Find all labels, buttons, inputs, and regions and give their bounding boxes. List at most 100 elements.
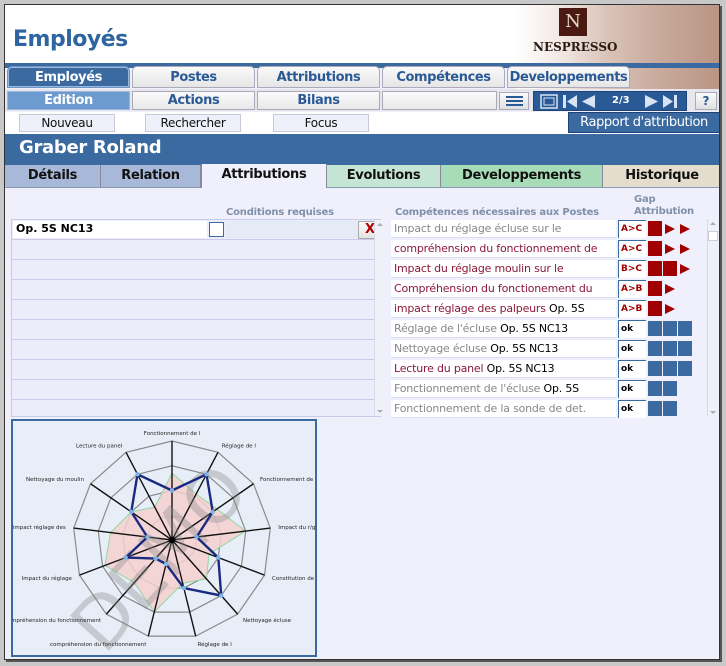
radar-axis-label: impact réglage des [13,524,66,531]
competence-row[interactable]: Réglage de l'écluse Op. 5S NC13 ok [391,319,707,339]
sub-tab-actions[interactable]: Actions [132,91,255,110]
radar-point [204,472,209,477]
radar-axis-label: Réglage de l [198,641,233,648]
focus-button[interactable]: Focus [273,114,369,132]
main-tab-developpements[interactable]: Developpements [507,66,630,88]
gap-indicator [648,361,693,377]
radar-point [145,534,150,540]
detail-tab-evolutions[interactable]: Evolutions [327,165,441,187]
gap-value: B>C [618,260,646,278]
main-tab-employes[interactable]: Employés [7,66,130,88]
level-square [648,281,662,296]
competence-row[interactable]: Fonctionnement de l'écluse Op. 5S ok [391,379,707,399]
competence-label: Nettoyage écluse [394,342,487,355]
competence-label: Réglage de l'écluse [394,322,497,335]
level-square [648,341,662,356]
condition-field[interactable] [226,221,358,238]
main-tab-competences[interactable]: Compétences [382,66,505,88]
record-navigation: 2/3 [533,91,687,111]
list-view-button[interactable] [499,92,529,110]
previous-record-icon[interactable] [580,94,596,109]
gap-arrow-icon [665,304,675,314]
brand-name: NESPRESSO [533,40,618,54]
gap-arrow-icon [680,224,690,234]
competence-row[interactable]: Lecture du panel Op. 5S NC13 ok [391,359,707,379]
competence-name: Impact du réglage écluse sur le [391,220,616,238]
help-button[interactable]: ? [695,92,717,110]
competences-list: Impact du réglage écluse sur le A>C compré… [391,219,718,419]
empty-row [12,260,374,280]
competence-name: Impact du réglage moulin sur le [391,260,616,278]
gap-indicator [648,401,678,417]
competence-row[interactable]: Compréhension du fonctionement du A>B [391,279,707,299]
sub-tab-edition[interactable]: Edition [7,91,130,110]
app-window: Employés N NESPRESSO Employés Postes Att… [4,4,720,660]
last-record-icon[interactable] [662,94,678,109]
radar-point [123,555,128,560]
app-title: Employés [13,27,128,52]
gap-arrow-icon [665,224,675,234]
competence-post: Op. 5S NC13 [496,322,568,335]
attribution-report-button[interactable]: Rapport d'attribution [568,112,719,133]
competence-row[interactable]: impact réglage des palpeurs Op. 5S A>B [391,299,707,319]
sub-tab-bilans[interactable]: Bilans [257,91,380,110]
first-record-icon[interactable] [562,94,578,109]
radar-axis-label: Nettoyage écluse [243,617,292,624]
nespresso-logo-icon: N [559,8,587,36]
detail-tab-developpements[interactable]: Developpements [441,165,603,187]
radar-point [210,509,215,515]
detail-tab-relation[interactable]: Relation [101,165,201,187]
competence-name: Fonctionnement de l'écluse Op. 5S [391,380,616,398]
next-record-icon[interactable] [644,94,660,109]
competence-post: Op. 5S [540,382,580,395]
gap-indicator [648,261,693,277]
radar-axis-label: Fonctionnement de l [144,431,201,437]
level-square [648,401,662,416]
radar-axis-label: Fonctionnement de la [260,477,315,483]
radar-point [216,555,221,560]
competences-scrollbar[interactable] [707,219,718,417]
conditions-scrollbar[interactable] [374,220,385,416]
competence-row[interactable]: Impact du réglage écluse sur le A>C [391,219,707,239]
gap-value: ok [618,320,646,338]
level-square [663,401,677,416]
radar-axis-label: Lecture du panel [76,443,123,449]
radar-axis-label: Impact du r/g [278,525,315,531]
radar-point [153,556,158,561]
condition-checkbox[interactable] [209,222,224,237]
gap-indicator [648,381,678,397]
competence-row[interactable]: compréhension du fonctionnement de A>C [391,239,707,259]
competence-label: Compréhension du fonctionement du [394,282,593,295]
gap-arrow-icon [680,264,690,274]
level-square [648,261,662,276]
new-button[interactable]: Nouveau [19,114,115,132]
competence-post: Op. 5S NC13 [483,362,555,375]
competence-label: Lecture du panel [394,362,484,375]
gap-value: ok [618,400,646,418]
condition-post[interactable]: Op. 5S NC13 [13,221,207,238]
conditions-header: Conditions requises [226,207,334,218]
detail-tab-historique[interactable]: Historique [603,165,719,187]
radar-point [169,488,175,493]
level-square [663,341,677,356]
empty-row [12,360,374,380]
level-square [678,341,692,356]
level-square [648,361,662,376]
form-view-icon[interactable] [540,94,558,109]
gap-value: ok [618,380,646,398]
main-tab-attributions[interactable]: Attributions [257,66,380,88]
detail-tab-attributions[interactable]: Attributions [201,164,327,188]
competence-row[interactable]: Impact du réglage moulin sur le B>C [391,259,707,279]
competence-post: Op. 5S [545,302,585,315]
competence-name: Lecture du panel Op. 5S NC13 [391,360,616,378]
level-square [648,381,662,396]
empty-row [12,280,374,300]
record-counter: 2/3 [612,95,630,106]
gap-arrow-icon [680,244,690,254]
detail-tab-details[interactable]: Détails [5,165,101,187]
competence-row[interactable]: Fonctionnement de la sonde de det. ok [391,399,707,419]
radar-point [194,534,199,540]
main-tab-postes[interactable]: Postes [132,66,255,88]
competence-row[interactable]: Nettoyage écluse Op. 5S NC13 ok [391,339,707,359]
search-button[interactable]: Rechercher [145,114,241,132]
